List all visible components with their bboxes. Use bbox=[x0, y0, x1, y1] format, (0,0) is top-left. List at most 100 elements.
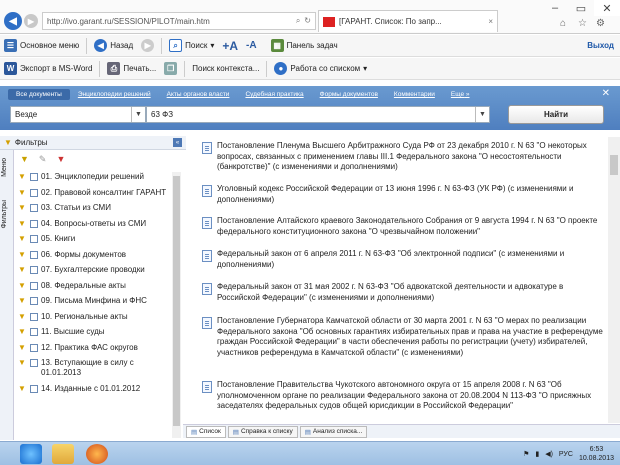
document-title[interactable]: Федеральный закон от 6 апреля 2011 г. N … bbox=[217, 249, 606, 270]
taskbar-panel-button[interactable]: ▦ Панель задач bbox=[267, 35, 342, 56]
close-search-panel-icon[interactable]: ✕ bbox=[602, 88, 610, 99]
find-button[interactable]: Найти bbox=[508, 105, 604, 124]
filter-checkbox[interactable] bbox=[30, 343, 38, 352]
filters-scrollbar[interactable] bbox=[172, 172, 181, 438]
scrollbar-thumb[interactable] bbox=[173, 176, 180, 426]
language-indicator[interactable]: РУС bbox=[559, 451, 573, 458]
filter-item[interactable]: ▼ 02. Правовой консалтинг ГАРАНТ bbox=[18, 188, 170, 198]
search-menu-button[interactable]: ⌕ Поиск ▾ bbox=[165, 35, 218, 56]
document-item[interactable]: Постановление Алтайского краевого Законо… bbox=[202, 216, 606, 237]
filter-checkbox[interactable] bbox=[30, 204, 38, 212]
tray-flag-icon[interactable]: ⚑ bbox=[523, 450, 529, 458]
document-item[interactable]: Постановление Пленума Высшего Арбитражно… bbox=[202, 141, 606, 173]
favorites-icon[interactable]: ☆ bbox=[578, 18, 587, 29]
tab-list[interactable]: ▤ Список bbox=[186, 425, 226, 438]
scrollbar-thumb[interactable] bbox=[610, 155, 618, 175]
filter-item[interactable]: ▼ 04. Вопросы-ответы из СМИ bbox=[18, 219, 170, 229]
filter-checkbox[interactable] bbox=[30, 188, 38, 197]
search-query-input[interactable]: 63 ФЗ ▼ bbox=[146, 106, 490, 123]
filter-checkbox[interactable] bbox=[30, 266, 38, 274]
tab-all-documents[interactable]: Все документы bbox=[8, 89, 70, 100]
firefox-icon[interactable] bbox=[86, 444, 108, 464]
tab-more[interactable]: Еще » bbox=[443, 89, 478, 100]
address-bar[interactable]: http://ivo.garant.ru/SESSION/PILOT/main.… bbox=[42, 12, 316, 30]
copy-button[interactable]: ❐ bbox=[160, 58, 181, 79]
tab-list-reference[interactable]: ▤ Справка к списку bbox=[227, 425, 298, 438]
document-title[interactable]: Постановление Алтайского краевого Законо… bbox=[217, 216, 606, 237]
document-title[interactable]: Федеральный закон от 31 мая 2002 г. N 63… bbox=[217, 282, 606, 303]
close-window-button[interactable]: ✕ bbox=[594, 0, 620, 16]
export-word-button[interactable]: W Экспорт в MS-Word bbox=[0, 58, 96, 79]
filter-checkbox[interactable] bbox=[30, 235, 38, 243]
edit-filter-icon[interactable]: ✎ bbox=[39, 154, 47, 165]
search-scope-select[interactable]: Везде ▼ bbox=[10, 106, 146, 123]
filter-checkbox[interactable] bbox=[30, 328, 38, 336]
filter-settings-icon[interactable]: ▼ bbox=[56, 154, 65, 165]
filter-item[interactable]: ▼ 09. Письма Минфина и ФНС bbox=[18, 296, 170, 306]
tab-list-analysis[interactable]: ▤ Анализ списка... bbox=[299, 425, 368, 438]
document-title[interactable]: Постановление Губернатора Камчатской обл… bbox=[217, 316, 606, 358]
filter-item[interactable]: ▼ 14. Изданные с 01.01.2012 bbox=[18, 384, 170, 394]
filter-item[interactable]: ▼ 11. Высшие суды bbox=[18, 327, 170, 337]
context-search-button[interactable]: Поиск контекста... bbox=[188, 58, 263, 79]
settings-gear-icon[interactable]: ⚙ bbox=[596, 18, 605, 29]
search-icon[interactable]: ⌕ bbox=[296, 16, 300, 26]
chevron-down-icon[interactable]: ▼ bbox=[475, 107, 489, 122]
tab-document-forms[interactable]: Формы документов bbox=[312, 89, 386, 100]
filter-checkbox[interactable] bbox=[30, 359, 38, 367]
forward-nav-icon[interactable]: ▶ bbox=[24, 14, 38, 28]
vtab-filters[interactable]: Фильтры bbox=[1, 200, 8, 229]
font-increase-button[interactable]: +A bbox=[218, 35, 242, 56]
filter-item[interactable]: ▼ 05. Книги bbox=[18, 234, 170, 244]
network-icon[interactable]: ▮ bbox=[535, 450, 539, 458]
document-title[interactable]: Постановление Пленума Высшего Арбитражно… bbox=[217, 141, 606, 173]
document-item[interactable]: Уголовный кодекс Российской Федерации от… bbox=[202, 184, 606, 205]
forward-button[interactable]: ▶ bbox=[137, 35, 158, 56]
filter-checkbox[interactable] bbox=[30, 312, 38, 321]
filter-checkbox[interactable] bbox=[30, 297, 38, 305]
chevron-down-icon[interactable]: ▼ bbox=[131, 107, 145, 122]
filter-item[interactable]: ▼ 13. Вступающие в силу с 01.01.2013 bbox=[18, 358, 170, 378]
document-item[interactable]: Постановление Правительства Чукотского а… bbox=[202, 380, 606, 412]
vtab-menu[interactable]: Меню bbox=[1, 158, 8, 177]
tab-close-icon[interactable]: × bbox=[488, 17, 493, 26]
collapse-panel-icon[interactable]: « bbox=[173, 138, 182, 147]
main-menu-button[interactable]: ☰ Основное меню bbox=[0, 35, 83, 56]
refresh-icon[interactable]: ↻ bbox=[304, 16, 311, 26]
browser-tab[interactable]: [ГАРАНТ. Список: По запр... × bbox=[318, 10, 498, 32]
font-decrease-button[interactable]: -A bbox=[242, 35, 261, 56]
filter-item[interactable]: ▼ 08. Федеральные акты bbox=[18, 281, 170, 291]
filter-item[interactable]: ▼ 07. Бухгалтерские проводки bbox=[18, 265, 170, 275]
folder-icon[interactable] bbox=[52, 444, 74, 464]
tab-encyclopedias[interactable]: Энциклопедии решений bbox=[70, 89, 159, 100]
filter-checkbox[interactable] bbox=[30, 250, 38, 259]
back-nav-icon[interactable]: ◀ bbox=[4, 12, 22, 30]
minimize-button[interactable]: – bbox=[542, 0, 568, 16]
maximize-button[interactable]: ▭ bbox=[568, 0, 594, 16]
document-title[interactable]: Уголовный кодекс Российской Федерации от… bbox=[217, 184, 606, 205]
filter-item[interactable]: ▼ 06. Формы документов bbox=[18, 250, 170, 260]
filter-checkbox[interactable] bbox=[30, 219, 38, 228]
document-title[interactable]: Постановление Правительства Чукотского а… bbox=[217, 380, 606, 412]
print-button[interactable]: ⎙ Печать... bbox=[103, 58, 160, 79]
list-work-button[interactable]: ● Работа со списком ▾ bbox=[270, 58, 371, 79]
document-item[interactable]: Федеральный закон от 31 мая 2002 г. N 63… bbox=[202, 282, 606, 303]
tab-court-practice[interactable]: Судебная практика bbox=[237, 89, 311, 100]
filter-item[interactable]: ▼ 01. Энциклопедии решений bbox=[18, 172, 170, 182]
filter-checkbox[interactable] bbox=[30, 173, 38, 181]
clock[interactable]: 6:53 10.08.2013 bbox=[579, 445, 614, 463]
back-button[interactable]: ◀ Назад bbox=[90, 35, 137, 56]
exit-button[interactable]: Выход bbox=[583, 35, 620, 56]
filter-item[interactable]: ▼ 10. Региональные акты bbox=[18, 312, 170, 322]
home-icon[interactable]: ⌂ bbox=[560, 18, 566, 29]
document-item[interactable]: Федеральный закон от 6 апреля 2011 г. N … bbox=[202, 249, 606, 270]
volume-icon[interactable]: ◀) bbox=[545, 450, 553, 458]
filter-item[interactable]: ▼ 03. Статьи из СМИ bbox=[18, 203, 170, 213]
tab-government-acts[interactable]: Акты органов власти bbox=[159, 89, 238, 100]
add-filter-icon[interactable]: ▼ bbox=[20, 154, 29, 165]
filter-item[interactable]: ▼ 12. Практика ФАС округов bbox=[18, 343, 170, 353]
document-item[interactable]: Постановление Губернатора Камчатской обл… bbox=[202, 316, 606, 358]
tab-comments[interactable]: Комментарии bbox=[386, 89, 443, 100]
document-list-scrollbar[interactable] bbox=[608, 137, 620, 423]
filter-checkbox[interactable] bbox=[30, 281, 38, 290]
